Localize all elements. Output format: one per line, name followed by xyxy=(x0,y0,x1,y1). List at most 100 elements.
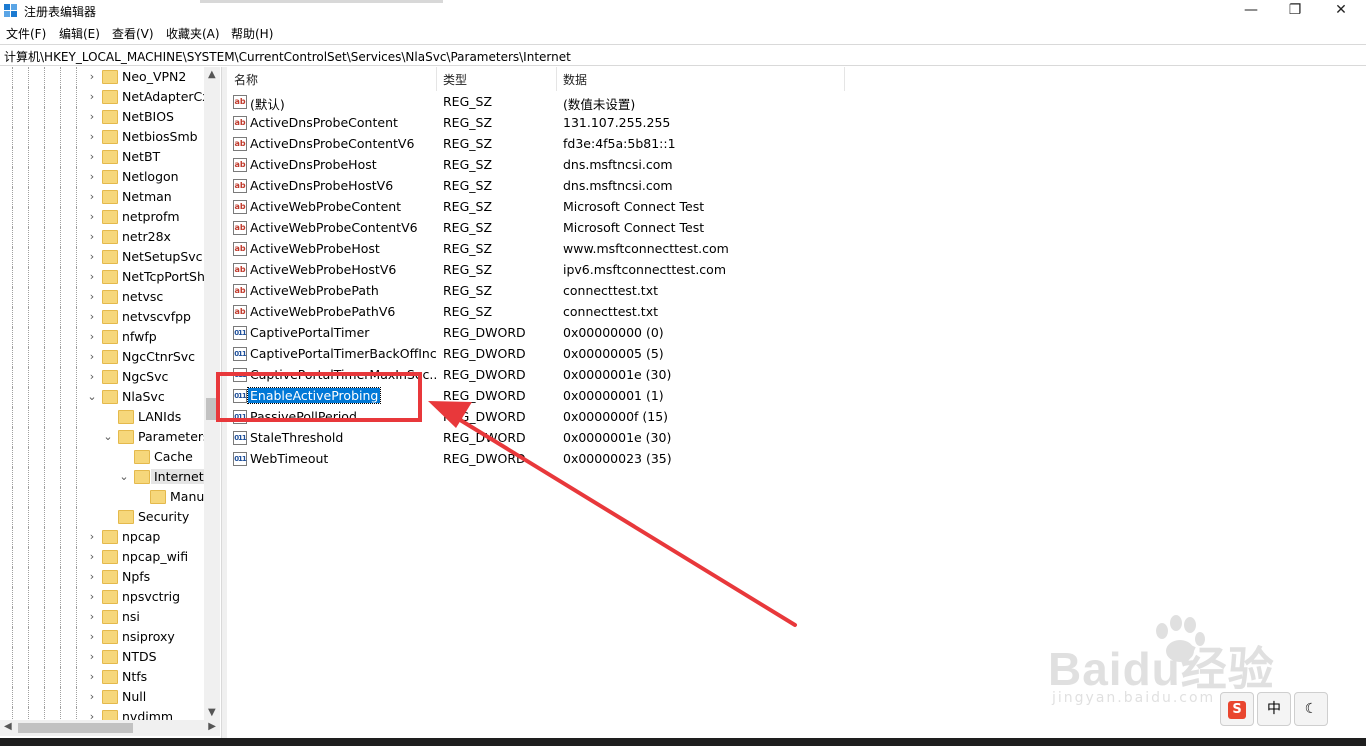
tree-item-netr28x[interactable]: › netr28x xyxy=(0,227,205,247)
chevron-right-icon[interactable]: › xyxy=(86,330,98,344)
tree-item-ntfs[interactable]: › Ntfs xyxy=(0,667,205,687)
tree-item-cache[interactable]: Cache xyxy=(0,447,205,467)
tree-item-npcap-wifi[interactable]: › npcap_wifi xyxy=(0,547,205,567)
tree-item-nsi[interactable]: › nsi xyxy=(0,607,205,627)
value-row-activewebprobepath[interactable]: ab ActiveWebProbePath REG_SZ connecttest.tx… xyxy=(228,281,848,302)
tree-item-nfwfp[interactable]: › nfwfp xyxy=(0,327,205,347)
value-row-activewebprobecontentv6[interactable]: ab ActiveWebProbeContentV6 REG_SZ Microsoft… xyxy=(228,218,848,239)
chevron-right-icon[interactable]: › xyxy=(86,550,98,564)
chevron-right-icon[interactable]: › xyxy=(86,170,98,184)
maximize-button[interactable]: ❐ xyxy=(1272,0,1318,22)
chevron-right-icon[interactable]: › xyxy=(86,530,98,544)
tree-item-parameters[interactable]: ⌄ Parameters xyxy=(0,427,210,447)
scroll-up-icon[interactable]: ▲ xyxy=(208,69,216,80)
column-data[interactable]: 数据 xyxy=(563,71,587,88)
chevron-right-icon[interactable]: › xyxy=(86,110,98,124)
tree-item-netsetupsvc[interactable]: › NetSetupSvc xyxy=(0,247,205,267)
chevron-right-icon[interactable]: › xyxy=(86,350,98,364)
tree-item-security[interactable]: Security xyxy=(0,507,205,527)
tree-item-netvscvfpp[interactable]: › netvscvfpp xyxy=(0,307,205,327)
column-name[interactable]: 名称 xyxy=(234,71,258,88)
chevron-right-icon[interactable]: › xyxy=(86,370,98,384)
scroll-thumb-horizontal[interactable] xyxy=(18,723,133,733)
value-row-activednsprobehost[interactable]: ab ActiveDnsProbeHost REG_SZ dns.msftncsi.c… xyxy=(228,155,848,176)
tree-item-nlasvc[interactable]: ⌄ NlaSvc xyxy=(0,387,205,407)
chevron-right-icon[interactable]: › xyxy=(86,690,98,704)
tree-item-manu[interactable]: Manu xyxy=(0,487,205,507)
chevron-down-icon[interactable]: ⌄ xyxy=(118,470,130,484)
tree-item-netprofm[interactable]: › netprofm xyxy=(0,207,205,227)
menu-edit[interactable]: 编辑(E) xyxy=(59,25,100,42)
value-row-activednsprobehostv6[interactable]: ab ActiveDnsProbeHostV6 REG_SZ dns.msftncsi… xyxy=(228,176,848,197)
address-path[interactable]: 计算机\HKEY_LOCAL_MACHINE\SYSTEM\CurrentCon… xyxy=(4,48,571,65)
chevron-right-icon[interactable]: › xyxy=(86,270,98,284)
chevron-right-icon[interactable]: › xyxy=(86,570,98,584)
chevron-right-icon[interactable]: › xyxy=(86,290,98,304)
value-row-activednsprobecontent[interactable]: ab ActiveDnsProbeContent REG_SZ 131.107.255… xyxy=(228,113,848,134)
value-row-captiveportaltimer[interactable]: 011 CaptivePortalTimer REG_DWORD 0x00000000… xyxy=(228,323,848,344)
chevron-right-icon[interactable]: › xyxy=(86,610,98,624)
chevron-right-icon[interactable]: › xyxy=(86,670,98,684)
key-tree[interactable]: › Neo_VPN2 › NetAdapterCx › NetBIOS › NetbiosSm… xyxy=(0,67,220,738)
chevron-down-icon[interactable]: ⌄ xyxy=(102,430,114,444)
chevron-right-icon[interactable]: › xyxy=(86,190,98,204)
tree-item-ngcsvc[interactable]: › NgcSvc xyxy=(0,367,205,387)
tree-item-lanids[interactable]: LANIds xyxy=(0,407,205,427)
chevron-down-icon[interactable]: ⌄ xyxy=(86,390,98,404)
tree-item-npsvctrig[interactable]: › npsvctrig xyxy=(0,587,205,607)
value-row-activewebprobepathv6[interactable]: ab ActiveWebProbePathV6 REG_SZ connecttest.… xyxy=(228,302,848,323)
tree-item-netbiossmb[interactable]: › NetbiosSmb xyxy=(0,127,205,147)
chevron-right-icon[interactable]: › xyxy=(86,70,98,84)
close-button[interactable]: ✕ xyxy=(1318,0,1364,22)
tree-horizontal-scrollbar[interactable]: ◀ ▶ xyxy=(0,720,220,736)
tree-item-ntds[interactable]: › NTDS xyxy=(0,647,205,667)
chevron-right-icon[interactable]: › xyxy=(86,230,98,244)
scroll-right-icon[interactable]: ▶ xyxy=(208,721,216,732)
moon-icon[interactable]: ☾ xyxy=(1294,692,1328,726)
tree-item-netlogon[interactable]: › Netlogon xyxy=(0,167,205,187)
tree-item-netbt[interactable]: › NetBT xyxy=(0,147,205,167)
menu-help[interactable]: 帮助(H) xyxy=(231,25,273,42)
tree-item-null[interactable]: › Null xyxy=(0,687,205,707)
tree-item-nsiproxy[interactable]: › nsiproxy xyxy=(0,627,205,647)
column-type[interactable]: 类型 xyxy=(443,71,467,88)
minimize-button[interactable]: — xyxy=(1228,0,1274,22)
tree-item-neo-vpn2[interactable]: › Neo_VPN2 xyxy=(0,67,205,87)
tree-item-netman[interactable]: › Netman xyxy=(0,187,205,207)
title-bar[interactable]: 注册表编辑器 — ❐ ✕ xyxy=(0,0,1366,22)
tree-item-netvsc[interactable]: › netvsc xyxy=(0,287,205,307)
chevron-right-icon[interactable]: › xyxy=(86,590,98,604)
tree-item-nettcpportsh[interactable]: › NetTcpPortSh xyxy=(0,267,205,287)
tree-item-npcap[interactable]: › npcap xyxy=(0,527,205,547)
menu-file[interactable]: 文件(F) xyxy=(6,25,46,42)
ime-mode-button[interactable]: 中 xyxy=(1257,692,1291,726)
chevron-right-icon[interactable]: › xyxy=(86,650,98,664)
sogou-logo-icon[interactable]: S xyxy=(1220,692,1254,726)
chevron-right-icon[interactable]: › xyxy=(86,310,98,324)
value-row-captiveportaltimerbackoffinc[interactable]: 011 CaptivePortalTimerBackOffInc... REG_DW… xyxy=(228,344,848,365)
value-row-activewebprobecontent[interactable]: ab ActiveWebProbeContent REG_SZ Microsoft C… xyxy=(228,197,848,218)
value-row-activewebprobehostv6[interactable]: ab ActiveWebProbeHostV6 REG_SZ ipv6.msftcon… xyxy=(228,260,848,281)
menu-view[interactable]: 查看(V) xyxy=(112,25,154,42)
value-row-activednsprobecontentv6[interactable]: ab ActiveDnsProbeContentV6 REG_SZ fd3e:4f5a… xyxy=(228,134,848,155)
chevron-right-icon[interactable]: › xyxy=(86,210,98,224)
tree-item-ngcctnrsvc[interactable]: › NgcCtnrSvc xyxy=(0,347,205,367)
tree-item-netadaptercx[interactable]: › NetAdapterCx xyxy=(0,87,210,107)
scroll-down-icon[interactable]: ▼ xyxy=(208,707,216,718)
tree-item-netbios[interactable]: › NetBIOS xyxy=(0,107,205,127)
tree-item-internet[interactable]: ⌄ Internet xyxy=(0,467,207,487)
value-row-activewebprobehost[interactable]: ab ActiveWebProbeHost REG_SZ www.msftconnec… xyxy=(228,239,848,260)
chevron-right-icon[interactable]: › xyxy=(86,150,98,164)
value-row-[interactable]: ab (默认) REG_SZ (数值未设置) xyxy=(228,92,848,113)
value-row-stalethreshold[interactable]: 011 StaleThreshold REG_DWORD 0x0000001e (30… xyxy=(228,428,848,449)
chevron-right-icon[interactable]: › xyxy=(86,250,98,264)
chevron-right-icon[interactable]: › xyxy=(86,630,98,644)
address-bar[interactable]: 计算机\HKEY_LOCAL_MACHINE\SYSTEM\CurrentCon… xyxy=(0,44,1366,66)
chevron-right-icon[interactable]: › xyxy=(86,90,98,104)
menu-favorites[interactable]: 收藏夹(A) xyxy=(166,25,220,42)
scroll-left-icon[interactable]: ◀ xyxy=(4,721,12,732)
tree-item-npfs[interactable]: › Npfs xyxy=(0,567,205,587)
value-type: REG_DWORD xyxy=(443,346,526,361)
chevron-right-icon[interactable]: › xyxy=(86,130,98,144)
value-row-webtimeout[interactable]: 011 WebTimeout REG_DWORD 0x00000023 (35) xyxy=(228,449,848,470)
